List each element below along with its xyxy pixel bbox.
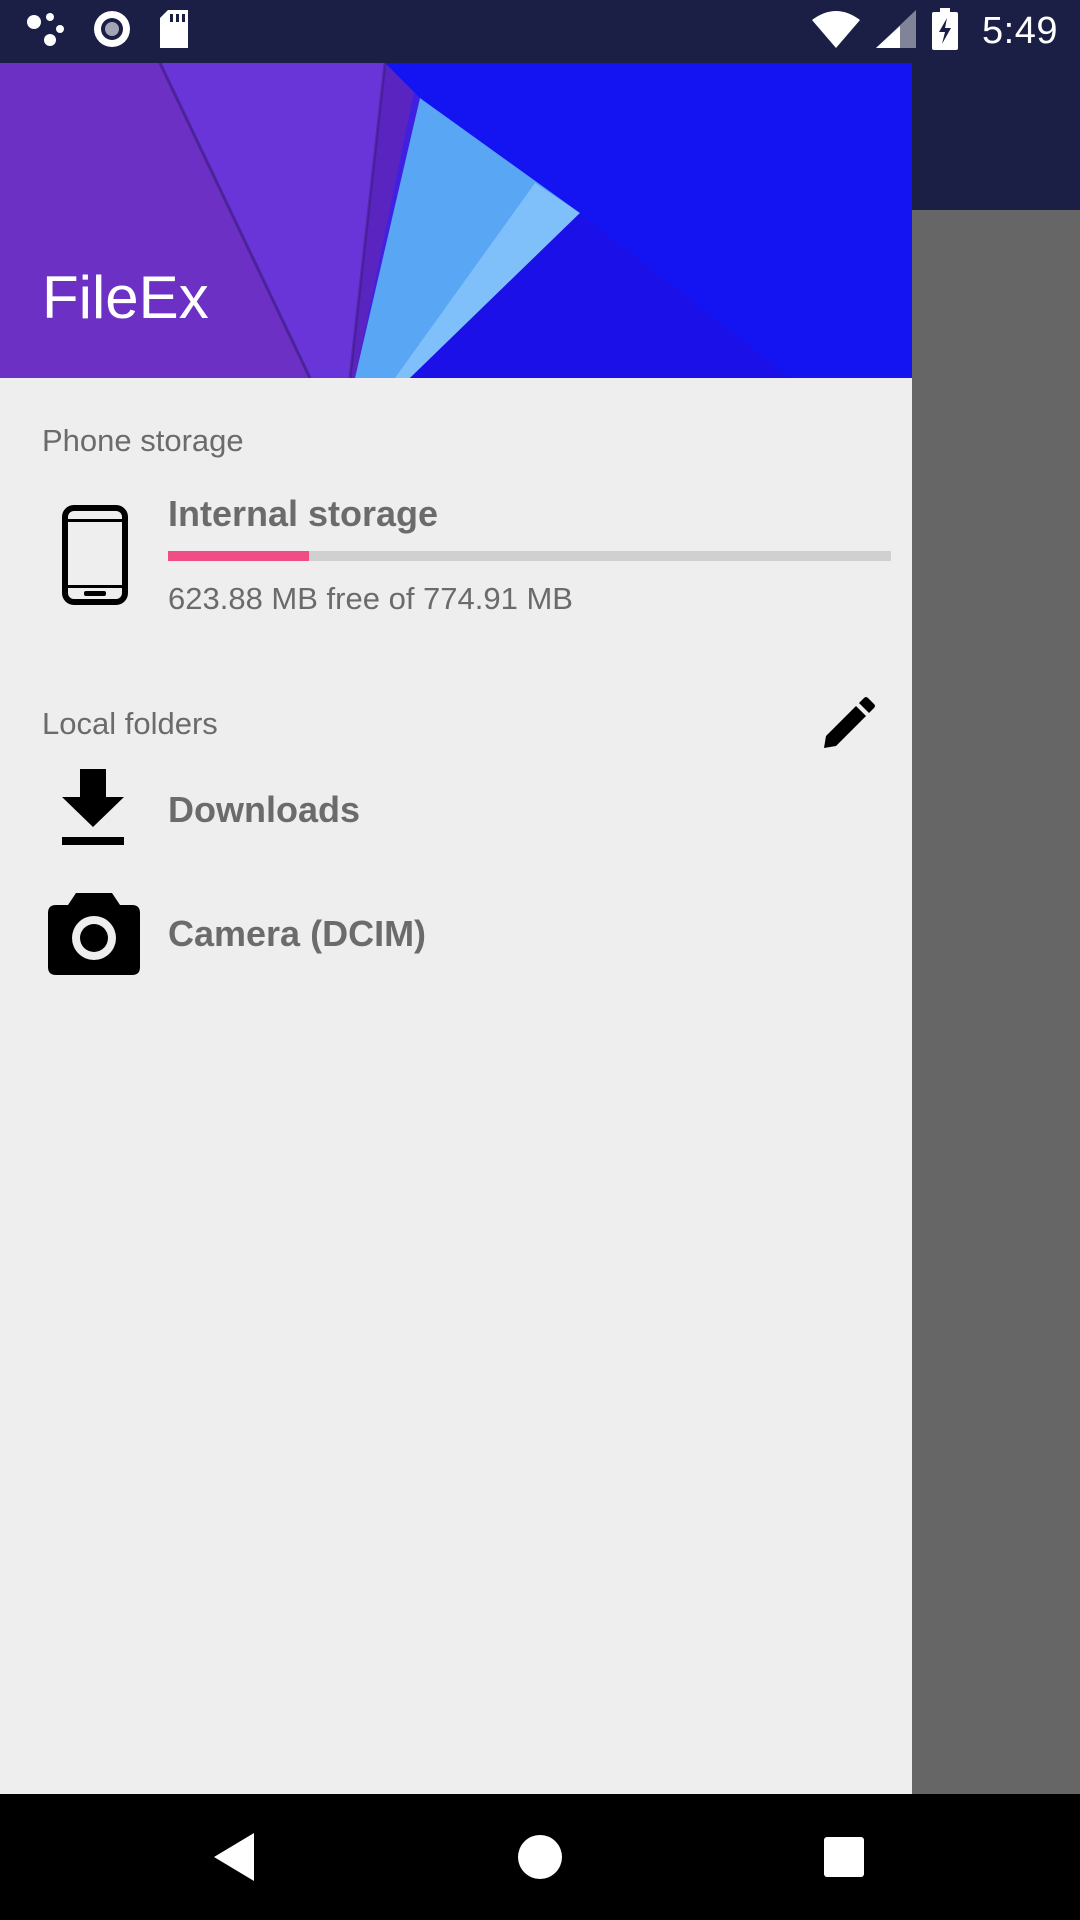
pencil-icon[interactable]	[820, 696, 876, 757]
smartphone-icon	[62, 505, 128, 610]
home-icon[interactable]	[507, 1824, 573, 1890]
navigation-drawer: FileEx Phone storage Internal storage 62…	[0, 63, 912, 1794]
phone-storage-label: Phone storage	[42, 423, 244, 458]
storage-progress-fill	[168, 551, 309, 561]
app-title: FileEx	[42, 264, 209, 331]
download-icon	[60, 769, 126, 852]
status-bar: 5:49	[0, 0, 1080, 63]
notification-dots-icon	[26, 12, 66, 51]
system-nav-bar	[0, 1794, 1080, 1920]
drawer-scrim[interactable]	[912, 210, 1080, 1794]
internal-storage-title: Internal storage	[168, 493, 439, 534]
wifi-icon	[812, 10, 861, 53]
recents-icon[interactable]	[811, 1824, 877, 1890]
battery-charging-icon	[932, 8, 959, 55]
background-app-bar	[912, 63, 1080, 210]
folder-label-downloads: Downloads	[168, 789, 361, 830]
sd-card-icon	[158, 10, 190, 53]
record-icon	[92, 9, 132, 54]
back-icon[interactable]	[202, 1824, 268, 1890]
drawer-header: FileEx	[0, 63, 912, 378]
cell-signal-icon	[876, 10, 917, 53]
storage-progress-bar	[168, 551, 891, 561]
local-folders-label: Local folders	[42, 706, 218, 741]
folder-label-camera: Camera (DCIM)	[168, 913, 427, 954]
clock: 5:49	[982, 10, 1058, 52]
folder-item-downloads[interactable]: Downloads	[0, 763, 912, 873]
storage-free-text: 623.88 MB free of 774.91 MB	[168, 581, 573, 616]
folder-item-camera[interactable]: Camera (DCIM)	[0, 888, 912, 998]
camera-icon	[48, 893, 140, 980]
